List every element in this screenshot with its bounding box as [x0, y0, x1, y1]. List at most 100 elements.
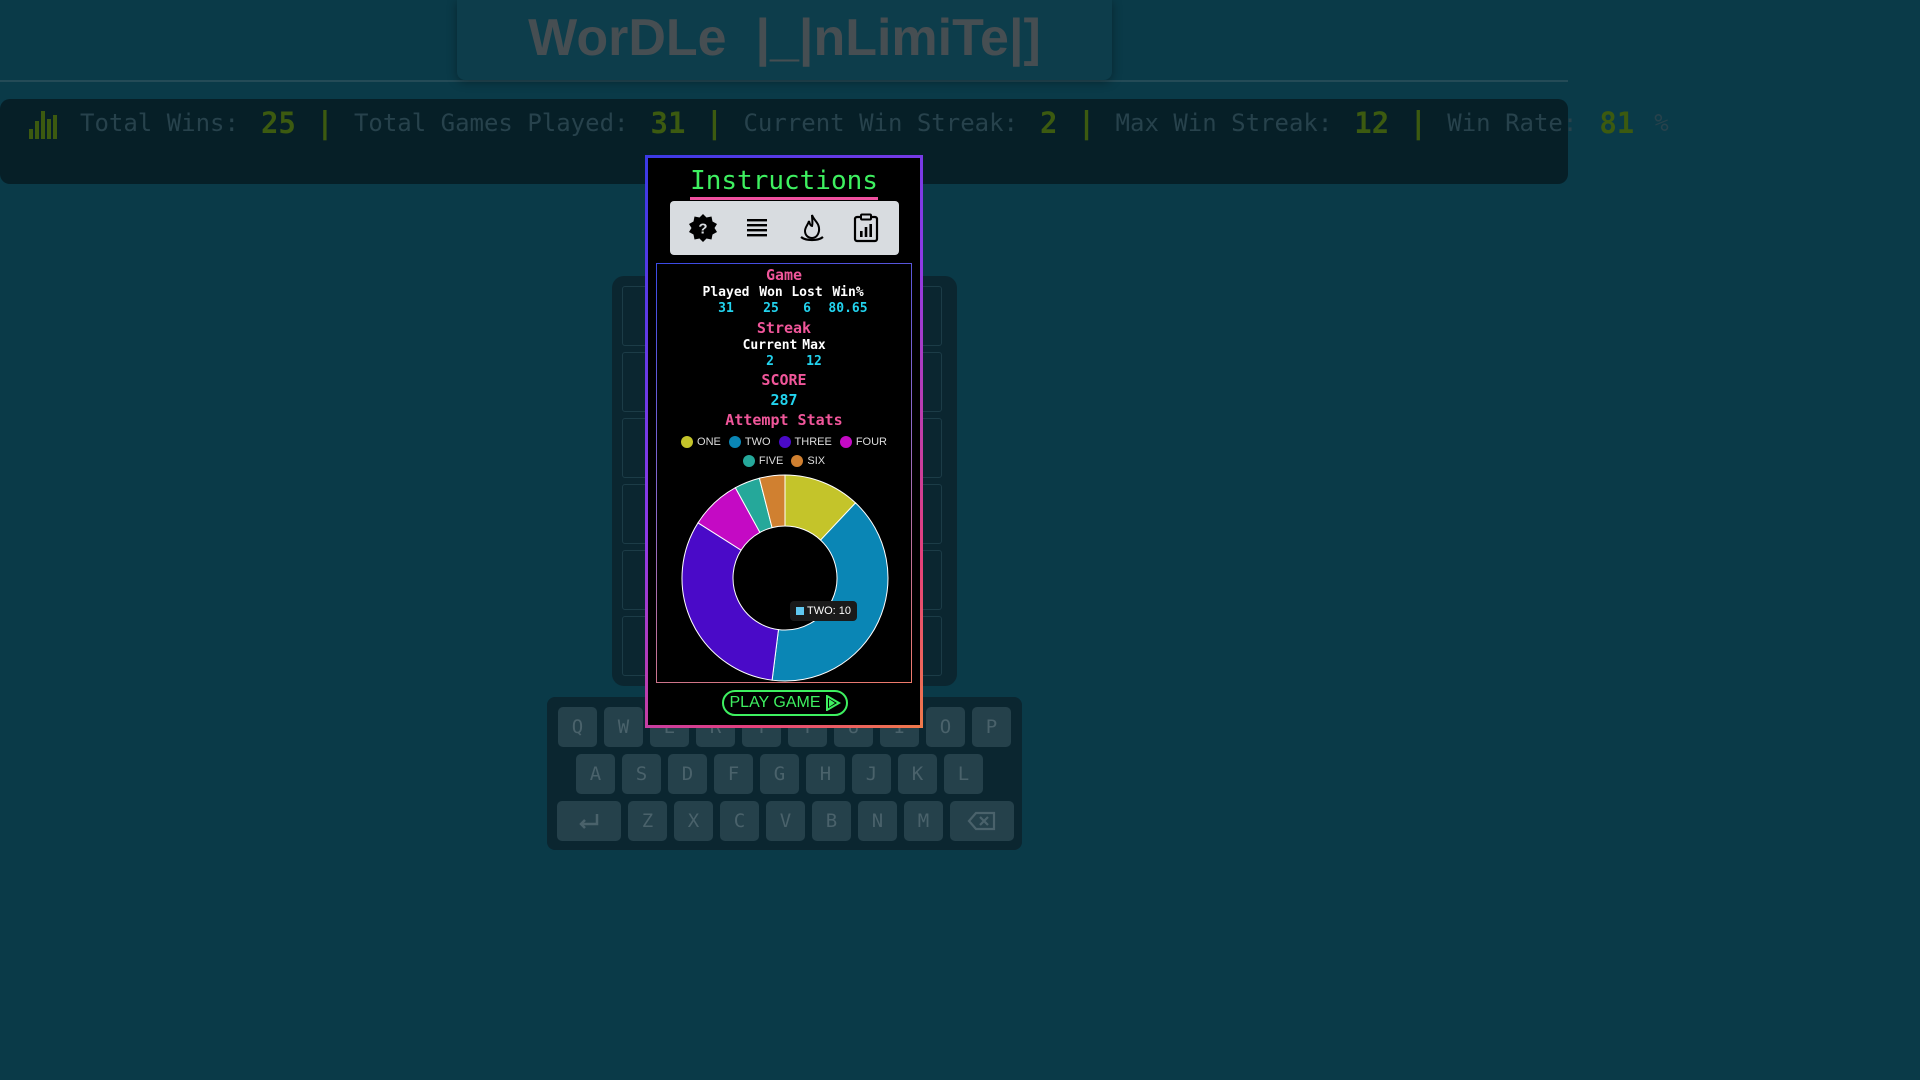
score-heading: SCORE: [761, 371, 807, 389]
donut-slice-two[interactable]: [771, 502, 889, 682]
games-played-label: Total Games Played:: [353, 109, 629, 137]
lost-value: 6: [803, 301, 811, 316]
list-icon: [747, 219, 768, 237]
legend-item[interactable]: TWO: [728, 436, 771, 448]
legend-item[interactable]: THREE: [778, 436, 832, 448]
stats-modal: Instructions ? Game Played Won Lost Win%…: [645, 155, 923, 728]
won-header: Won: [759, 285, 783, 300]
separator: |: [315, 105, 334, 141]
played-value: 31: [718, 301, 734, 316]
app-title: WorDLe |_|nLimiTe|]: [528, 9, 1041, 67]
legend-swatch: [778, 436, 791, 448]
key-s[interactable]: S: [622, 754, 661, 794]
game-headers-row: Played Won Lost Win%: [657, 285, 911, 300]
win-rate-unit: %: [1654, 109, 1669, 137]
legend-swatch: [839, 436, 852, 448]
current-header: Current: [742, 338, 798, 353]
legend-label: SIX: [807, 455, 826, 467]
winpct-value: 80.65: [828, 301, 868, 316]
streak-headers-row: Current Max: [657, 338, 911, 353]
legend-swatch: [791, 455, 804, 467]
max-streak-value: 12: [1354, 106, 1390, 140]
key-j[interactable]: J: [852, 754, 891, 794]
bar-chart-icon[interactable]: [28, 107, 58, 139]
total-wins-value: 25: [260, 106, 296, 140]
legend-swatch: [728, 436, 741, 448]
game-heading: Game: [765, 266, 803, 284]
current-streak-value: 2: [1040, 106, 1058, 140]
backspace-key[interactable]: [950, 801, 1014, 841]
legend-label: THREE: [794, 436, 832, 448]
separator: |: [705, 105, 724, 141]
tab-streak[interactable]: [795, 211, 829, 245]
winpct-header: Win%: [832, 285, 864, 300]
tab-list[interactable]: [740, 211, 774, 245]
legend-item[interactable]: FOUR: [839, 436, 887, 448]
enter-key[interactable]: [557, 801, 621, 841]
games-played-value: 31: [650, 106, 686, 140]
key-k[interactable]: K: [898, 754, 937, 794]
legend-swatch: [681, 436, 694, 448]
play-game-button[interactable]: PLAY GAME: [722, 690, 848, 716]
modal-tabs: ?: [670, 201, 899, 255]
svg-text:?: ?: [699, 221, 708, 238]
won-value: 25: [763, 301, 779, 316]
legend-item[interactable]: ONE: [681, 436, 721, 448]
legend-item[interactable]: FIVE: [742, 455, 784, 467]
current-streak: 2: [766, 354, 774, 369]
legend-label: FIVE: [758, 455, 784, 467]
legend-item[interactable]: SIX: [791, 455, 825, 467]
tab-help[interactable]: ?: [686, 211, 720, 245]
max-streak-label: Max Win Streak:: [1115, 109, 1333, 137]
key-d[interactable]: D: [668, 754, 707, 794]
key-h[interactable]: H: [806, 754, 845, 794]
modal-title-wrap: Instructions: [648, 166, 920, 200]
key-c[interactable]: C: [720, 801, 759, 841]
separator: |: [1077, 105, 1096, 141]
total-wins-label: Total Wins:: [80, 109, 239, 137]
key-g[interactable]: G: [760, 754, 799, 794]
streak-heading: Streak: [756, 319, 812, 337]
key-f[interactable]: F: [714, 754, 753, 794]
tooltip-text: TWO: 10: [807, 605, 852, 617]
key-v[interactable]: V: [766, 801, 805, 841]
key-b[interactable]: B: [812, 801, 851, 841]
win-rate-label: Win Rate:: [1447, 109, 1578, 137]
flame-icon: [799, 214, 824, 242]
key-w[interactable]: W: [604, 707, 643, 747]
legend-label: ONE: [697, 436, 721, 448]
separator: |: [1409, 105, 1428, 141]
stats-panel: Game Played Won Lost Win% 31 25 6 80.65 …: [656, 263, 912, 683]
legend-label: FOUR: [855, 436, 887, 448]
stats-line: Total Wins: 25 | Total Games Played: 31 …: [28, 103, 1669, 143]
chart-legend-row-1: ONE TWO THREE FOUR: [657, 436, 911, 448]
legend-label: TWO: [744, 436, 771, 448]
max-header: Max: [802, 338, 826, 353]
attempt-donut-chart[interactable]: [681, 474, 889, 682]
modal-title: Instructions: [690, 166, 878, 200]
key-n[interactable]: N: [858, 801, 897, 841]
key-p[interactable]: P: [972, 707, 1011, 747]
key-z[interactable]: Z: [628, 801, 667, 841]
played-header: Played: [702, 285, 750, 300]
key-o[interactable]: O: [926, 707, 965, 747]
tab-stats[interactable]: [849, 211, 883, 245]
clipboard-chart-icon: [853, 213, 878, 243]
key-a[interactable]: A: [576, 754, 615, 794]
attempt-stats-heading: Attempt Stats: [725, 411, 843, 429]
legend-swatch: [742, 455, 755, 467]
current-streak-label: Current Win Streak:: [743, 109, 1019, 137]
title-box: WorDLe |_|nLimiTe|]: [457, 0, 1112, 80]
max-streak: 12: [806, 354, 822, 369]
key-l[interactable]: L: [944, 754, 983, 794]
donut-slice-three[interactable]: [681, 522, 780, 681]
chart-tooltip: TWO: 10: [790, 601, 858, 621]
tooltip-swatch: [796, 607, 804, 615]
score-value: 287: [770, 391, 798, 409]
help-icon: ?: [689, 214, 718, 242]
key-m[interactable]: M: [904, 801, 943, 841]
keyboard-row-2: ASDFGHJKL: [576, 754, 983, 794]
game-values-row: 31 25 6 80.65: [657, 301, 911, 316]
key-q[interactable]: Q: [558, 707, 597, 747]
key-x[interactable]: X: [674, 801, 713, 841]
